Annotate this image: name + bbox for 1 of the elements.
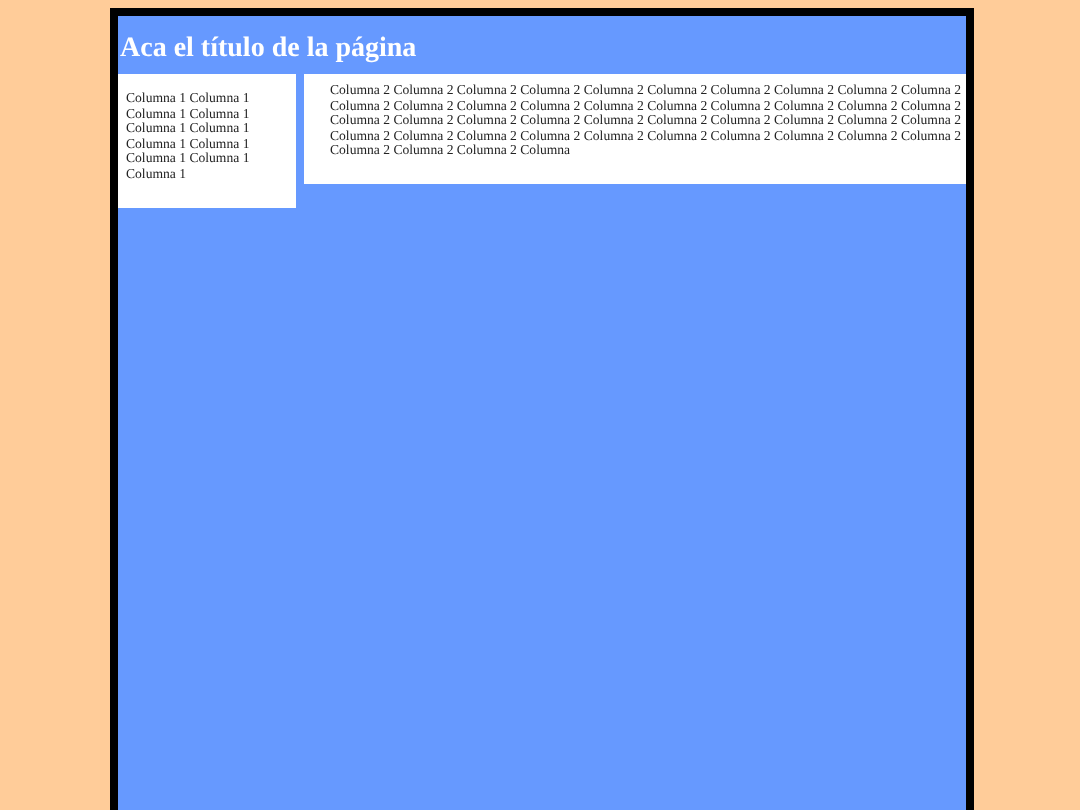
page-title: Aca el título de la página xyxy=(118,32,419,68)
